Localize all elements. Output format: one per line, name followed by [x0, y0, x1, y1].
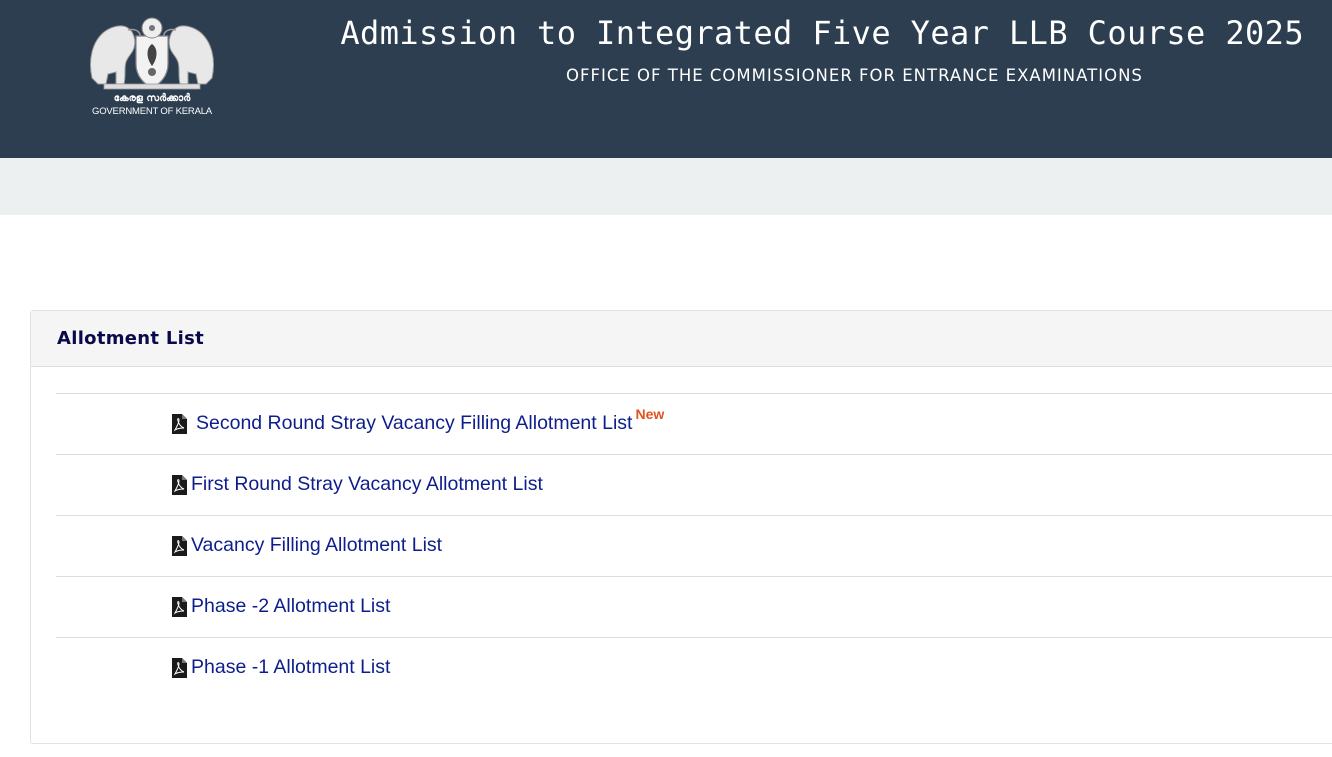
- panel-title: Allotment List: [57, 328, 205, 349]
- list-item: Second Round Stray Vacancy Filling Allot…: [56, 394, 1332, 455]
- allotment-link-label: Phase -2 Allotment List: [191, 595, 391, 617]
- allotment-list: Second Round Stray Vacancy Filling Allot…: [56, 393, 1332, 698]
- allotment-link-label: Vacancy Filling Allotment List: [191, 534, 443, 556]
- pdf-icon: [172, 535, 187, 556]
- pdf-icon: [172, 596, 187, 617]
- allotment-link-phase-2[interactable]: Phase -2 Allotment List: [172, 595, 390, 618]
- panel-heading: Allotment List: [31, 311, 1332, 367]
- pdf-icon: [172, 474, 187, 495]
- allotment-list-panel: Allotment List Second Round Stray Vacanc…: [30, 310, 1332, 744]
- emblem-label-malayalam: കേരള സർക്കാർ: [113, 93, 191, 104]
- allotment-link-label: Second Round Stray Vacancy Filling Allot…: [196, 412, 633, 434]
- emblem-label-english: GOVERNMENT OF KERALA: [92, 106, 212, 117]
- list-item: Phase -2 Allotment List: [56, 577, 1332, 638]
- kerala-emblem-icon: കേരള സർക്കാർ GOVERNMENT OF KERALA: [84, 8, 220, 120]
- navbar: [0, 158, 1332, 215]
- allotment-link-second-round-stray[interactable]: Second Round Stray Vacancy Filling Allot…: [172, 406, 664, 435]
- list-item: Vacancy Filling Allotment List: [56, 516, 1332, 577]
- page-title: Admission to Integrated Five Year LLB Co…: [340, 14, 1304, 52]
- allotment-link-phase-1[interactable]: Phase -1 Allotment List: [172, 656, 390, 679]
- pdf-icon: [172, 413, 187, 434]
- new-badge: New: [635, 405, 665, 422]
- list-item: First Round Stray Vacancy Allotment List: [56, 455, 1332, 516]
- allotment-link-first-round-stray[interactable]: First Round Stray Vacancy Allotment List: [172, 473, 543, 496]
- list-item: Phase -1 Allotment List: [56, 638, 1332, 698]
- allotment-link-label: First Round Stray Vacancy Allotment List: [191, 473, 543, 495]
- page-subtitle: OFFICE OF THE COMMISSIONER FOR ENTRANCE …: [566, 66, 1143, 85]
- allotment-link-vacancy-filling[interactable]: Vacancy Filling Allotment List: [172, 534, 442, 557]
- pdf-icon: [172, 657, 187, 678]
- site-header: കേരള സർക്കാർ GOVERNMENT OF KERALA Admiss…: [0, 0, 1332, 158]
- allotment-link-label: Phase -1 Allotment List: [191, 656, 391, 678]
